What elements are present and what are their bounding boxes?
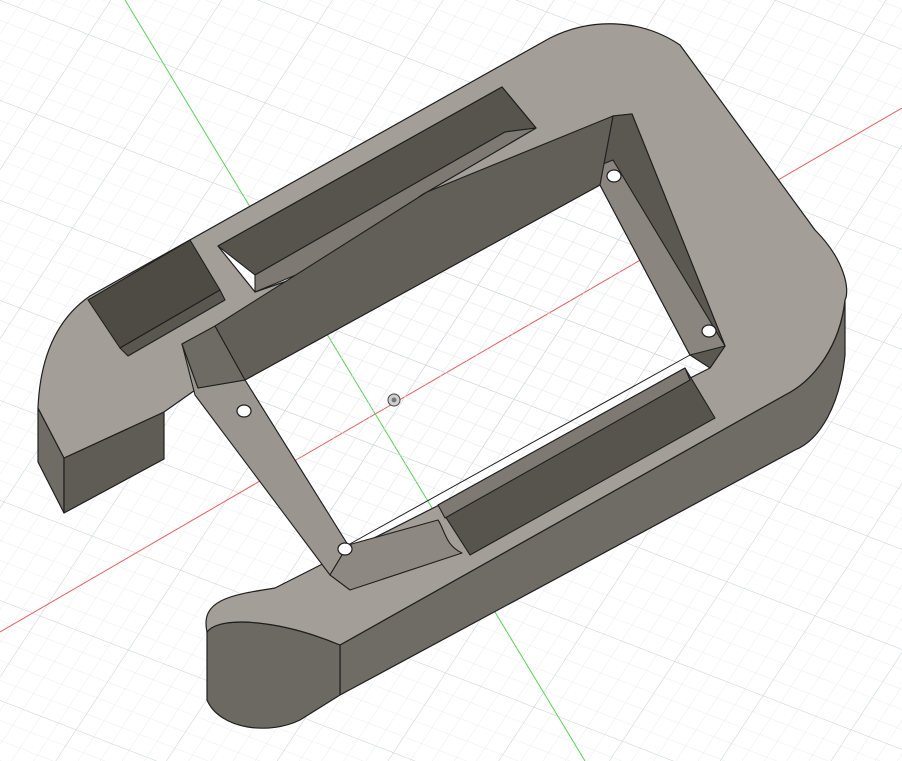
screw-hole-icon [701, 324, 717, 338]
screw-hole-icon [337, 542, 353, 556]
screw-hole-icon [606, 169, 622, 183]
screw-hole-icon [236, 404, 252, 418]
viewport-canvas[interactable] [0, 0, 902, 761]
3d-viewport[interactable] [0, 0, 902, 761]
origin-marker-icon[interactable] [387, 393, 401, 407]
